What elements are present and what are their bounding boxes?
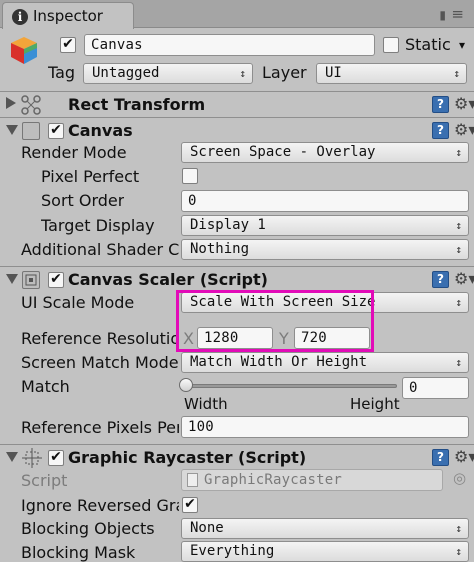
match-height-label: Height <box>350 395 400 413</box>
chevron-updown-icon: ↕ <box>455 146 462 159</box>
pixel-perfect-label: Pixel Perfect <box>41 167 140 186</box>
gear-icon[interactable]: ⚙▾ <box>454 449 474 465</box>
ignore-reversed-label: Ignore Reversed Graphics <box>21 496 179 515</box>
pixel-perfect-checkbox[interactable] <box>182 168 198 184</box>
gameobject-cube-icon <box>8 34 40 66</box>
reference-pixels-label: Reference Pixels Per Unit <box>21 418 179 437</box>
help-icon[interactable]: ? <box>432 122 449 139</box>
blocking-objects-label: Blocking Objects <box>21 519 155 538</box>
ignore-reversed-checkbox[interactable]: ✔ <box>182 497 198 513</box>
rect-transform-header[interactable]: Rect Transform ? ⚙▾ <box>0 91 474 117</box>
ui-scale-mode-label: UI Scale Mode <box>21 293 135 312</box>
match-slider-track[interactable] <box>187 384 397 388</box>
chevron-updown-icon: ↕ <box>455 545 462 558</box>
screen-match-mode-label: Screen Match Mode <box>21 353 179 372</box>
sort-order-field[interactable]: 0 <box>181 190 469 212</box>
target-display-label: Target Display <box>41 216 155 235</box>
match-value-field[interactable]: 0 <box>402 377 469 399</box>
chevron-updown-icon: ↕ <box>455 522 462 535</box>
chevron-updown-icon: ↕ <box>453 67 460 80</box>
canvas-title: Canvas <box>68 121 133 140</box>
rect-transform-icon <box>20 94 42 116</box>
inspector-tab[interactable]: i Inspector <box>2 2 134 29</box>
render-mode-value: Screen Space - Overlay <box>190 144 376 160</box>
match-label: Match <box>21 377 70 396</box>
object-picker-icon[interactable]: ◎ <box>453 469 466 487</box>
blocking-objects-dropdown[interactable]: None ↕ <box>181 518 469 539</box>
gear-icon[interactable]: ⚙▾ <box>454 122 474 138</box>
canvas-enabled-checkbox[interactable]: ✔ <box>48 123 64 139</box>
highlight-box <box>176 290 374 352</box>
graphic-raycaster-enabled-checkbox[interactable]: ✔ <box>48 450 64 466</box>
foldout-expanded-icon[interactable] <box>6 274 18 284</box>
blocking-objects-value: None <box>190 520 224 536</box>
static-checkbox[interactable] <box>383 37 399 53</box>
script-file-icon <box>187 473 198 487</box>
graphic-raycaster-header[interactable]: ✔ Graphic Raycaster (Script) ? ⚙▾ <box>0 444 474 470</box>
match-width-label: Width <box>184 395 228 413</box>
render-mode-label: Render Mode <box>21 143 127 162</box>
help-icon[interactable]: ? <box>432 449 449 466</box>
canvas-scaler-icon <box>22 271 40 289</box>
shader-channels-label: Additional Shader Channels <box>21 240 179 259</box>
tag-value: Untagged <box>92 65 160 81</box>
foldout-collapsed-icon[interactable] <box>6 97 16 109</box>
static-dropdown-icon[interactable]: ▾ <box>459 38 465 52</box>
foldout-expanded-icon[interactable] <box>6 452 18 462</box>
canvas-scaler-header[interactable]: ✔ Canvas Scaler (Script) ? ⚙▾ <box>0 266 474 292</box>
chevron-updown-icon: ↕ <box>455 219 462 232</box>
graphic-raycaster-title: Graphic Raycaster (Script) <box>68 448 307 467</box>
layer-dropdown[interactable]: UI ↕ <box>316 63 467 84</box>
sort-order-label: Sort Order <box>41 191 125 210</box>
lock-icon[interactable]: ▮ <box>439 8 446 22</box>
chevron-updown-icon: ↕ <box>455 243 462 256</box>
canvas-scaler-title: Canvas Scaler (Script) <box>68 270 268 289</box>
shader-channels-dropdown[interactable]: Nothing ↕ <box>181 239 469 260</box>
help-icon[interactable]: ? <box>432 96 449 113</box>
blocking-mask-dropdown[interactable]: Everything ↕ <box>181 541 469 562</box>
script-label: Script <box>21 471 68 490</box>
shader-channels-value: Nothing <box>190 241 250 257</box>
tag-dropdown[interactable]: Untagged ↕ <box>83 63 253 84</box>
reference-pixels-field[interactable]: 100 <box>181 416 469 438</box>
info-icon: i <box>12 9 28 25</box>
screen-match-mode-dropdown[interactable]: Match Width Or Height ↕ <box>181 352 469 373</box>
target-display-value: Display 1 <box>190 217 266 233</box>
static-label: Static <box>405 35 451 54</box>
canvas-component-icon <box>22 122 40 140</box>
script-field: GraphicRaycaster <box>181 469 443 491</box>
layer-label: Layer <box>262 63 307 82</box>
match-slider-thumb[interactable] <box>179 378 193 392</box>
chevron-updown-icon: ↕ <box>455 296 462 309</box>
gear-icon[interactable]: ⚙▾ <box>454 271 474 287</box>
help-icon[interactable]: ? <box>432 271 449 288</box>
menu-icon[interactable]: ≡ <box>451 5 464 23</box>
layer-value: UI <box>325 65 342 81</box>
graphic-raycaster-icon <box>22 448 42 468</box>
reference-resolution-label: Reference Resolution <box>21 329 179 348</box>
blocking-mask-value: Everything <box>190 543 275 559</box>
render-mode-dropdown[interactable]: Screen Space - Overlay ↕ <box>181 142 469 163</box>
canvas-header[interactable]: ✔ Canvas ? ⚙▾ <box>0 117 474 143</box>
script-value: GraphicRaycaster <box>204 472 343 488</box>
gear-icon[interactable]: ⚙▾ <box>454 96 474 112</box>
chevron-updown-icon: ↕ <box>455 356 462 369</box>
chevron-updown-icon: ↕ <box>239 67 246 80</box>
screen-match-mode-value: Match Width Or Height <box>190 354 368 370</box>
blocking-mask-label: Blocking Mask <box>21 543 136 562</box>
foldout-expanded-icon[interactable] <box>6 125 18 135</box>
tag-label: Tag <box>48 63 76 82</box>
inspector-tab-label: Inspector <box>33 7 103 25</box>
object-name-field[interactable]: Canvas <box>84 34 375 56</box>
rect-transform-title: Rect Transform <box>68 95 206 114</box>
active-checkbox[interactable]: ✔ <box>60 37 76 53</box>
canvas-scaler-enabled-checkbox[interactable]: ✔ <box>48 272 64 288</box>
target-display-dropdown[interactable]: Display 1 ↕ <box>181 215 469 236</box>
